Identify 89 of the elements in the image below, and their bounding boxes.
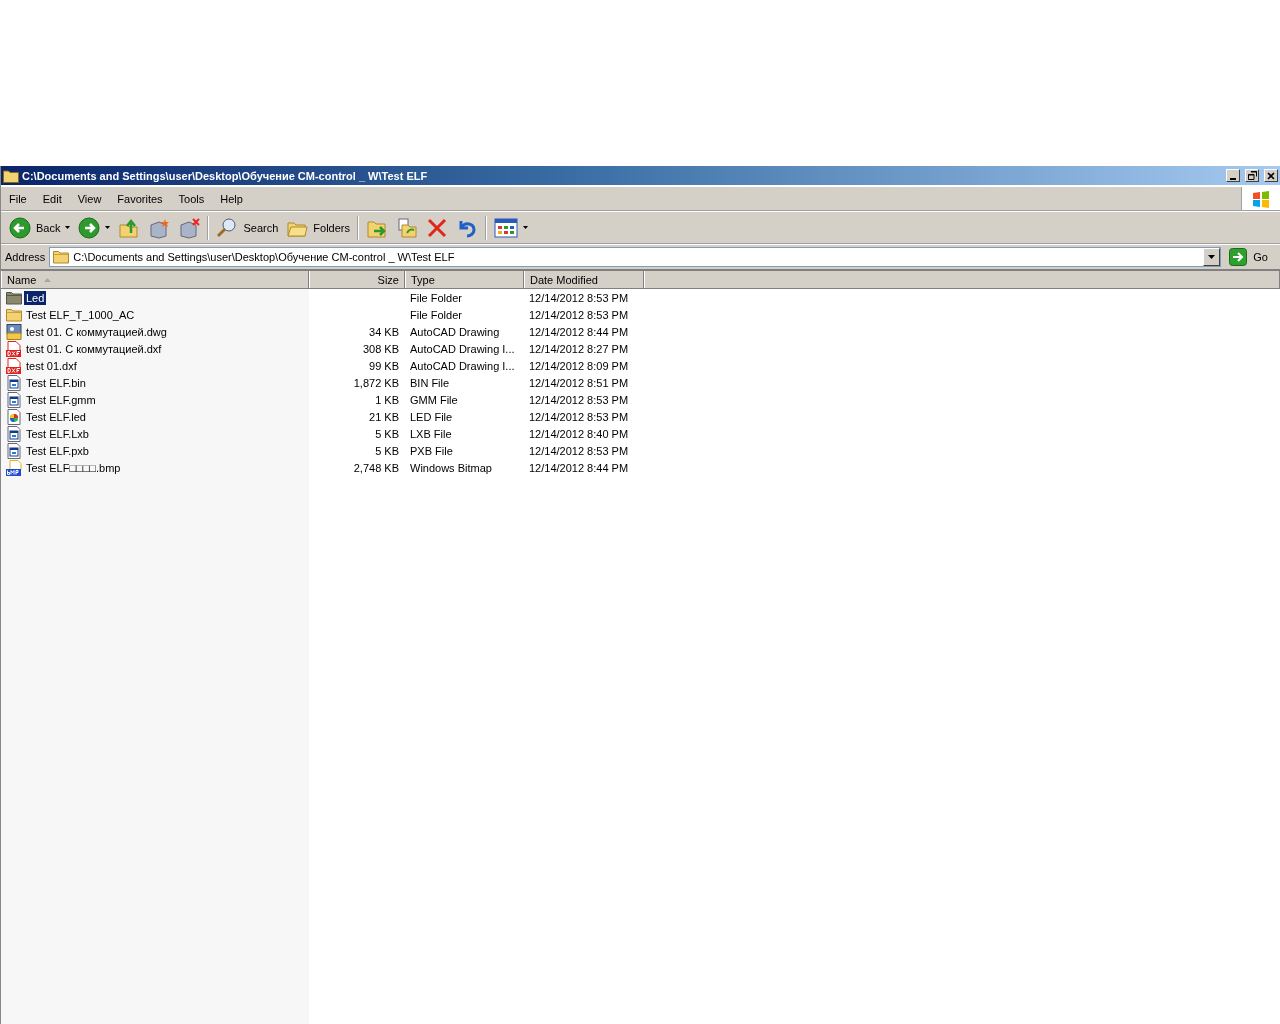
minimize-icon [1230, 177, 1236, 180]
menu-item[interactable]: File [1, 192, 35, 205]
date-modified: 12/14/2012 8:27 PM [529, 342, 629, 355]
column-header[interactable]: Size [309, 271, 405, 288]
file-type: PXB File [410, 444, 453, 457]
file-type: AutoCAD Drawing I... [410, 342, 515, 355]
address-label: Address [5, 251, 46, 263]
date-modified: 12/14/2012 8:53 PM [529, 291, 629, 304]
folders-button[interactable]: Folders [282, 213, 354, 242]
folder-icon [6, 290, 22, 305]
file-type: LXB File [410, 427, 452, 440]
dxf-file-icon [6, 357, 22, 374]
dropdown-caret-icon[interactable] [105, 226, 111, 229]
file-size: 2,748 KB [353, 461, 399, 474]
column-header[interactable]: Date Modified [524, 271, 644, 288]
file-type: File Folder [410, 308, 462, 321]
search-icon [216, 216, 239, 239]
folder-icon [53, 250, 70, 264]
file-name[interactable]: Test ELF.Lxb [24, 426, 91, 441]
folder-icon [6, 307, 22, 322]
go-button[interactable]: Go [1225, 248, 1280, 266]
file-size: 308 KB [362, 342, 399, 355]
file-size: 5 KB [375, 444, 399, 457]
window-title: C:\Documents and Settings\user\Desktop\Обучение CM-control _ W\Test ELF [22, 169, 429, 182]
dropdown-caret-icon[interactable] [523, 226, 528, 229]
file-name[interactable]: Test ELF.led [24, 409, 88, 424]
drawing-file-icon [6, 323, 22, 340]
file-type: File Folder [410, 291, 462, 304]
menu-item[interactable]: Tools [170, 192, 213, 205]
file-size: 34 KB [369, 325, 399, 338]
color-image-file-icon [6, 408, 22, 425]
dropdown-button[interactable] [1203, 248, 1221, 266]
program-file-icon [6, 425, 22, 442]
file-name[interactable]: Test ELF□□□□.bmp [24, 460, 123, 475]
file-name[interactable]: Test ELF.pxb [24, 443, 91, 458]
date-modified: 12/14/2012 8:44 PM [529, 461, 629, 474]
box-cross-icon [178, 216, 201, 239]
minimize-button[interactable] [1226, 169, 1240, 182]
sort-arrow-icon [44, 277, 52, 282]
windows-logo-icon [1251, 188, 1271, 209]
program-file-icon [6, 391, 22, 408]
menu-item[interactable]: Edit [34, 192, 70, 205]
file-type: LED File [410, 410, 453, 423]
date-modified: 12/14/2012 8:09 PM [529, 359, 629, 372]
date-modified: 12/14/2012 8:40 PM [529, 427, 629, 440]
file-type: Windows Bitmap [410, 461, 492, 474]
restore-icon [1247, 171, 1257, 180]
date-modified: 12/14/2012 8:44 PM [529, 325, 629, 338]
file-size: 5 KB [375, 427, 399, 440]
dropdown-caret-icon[interactable] [65, 226, 71, 229]
views-grid-icon [494, 217, 518, 238]
folder-icon [3, 168, 19, 183]
menu-item[interactable]: View [69, 192, 110, 205]
program-file-icon [6, 442, 22, 459]
file-name[interactable]: test 01.dxf [24, 358, 79, 373]
date-modified: 12/14/2012 8:53 PM [529, 444, 629, 457]
caret-icon [1208, 255, 1216, 259]
bitmap-file-icon [6, 459, 22, 476]
address-field[interactable]: C:\Documents and Settings\user\Desktop\Обучение CM-control _ W\Test ELF [49, 247, 1222, 267]
close-icon [1267, 171, 1275, 180]
file-size: 99 KB [369, 359, 399, 372]
delete-icon [426, 216, 448, 239]
file-type: GMM File [410, 393, 458, 406]
close-button[interactable] [1264, 169, 1278, 182]
folder-copy-icon [396, 216, 418, 239]
back-button[interactable]: Back [5, 213, 75, 242]
search-button[interactable]: Search [212, 213, 283, 242]
menu-item[interactable]: Favorites [109, 192, 171, 205]
column-header[interactable]: Name [1, 271, 309, 288]
program-file-icon [6, 374, 22, 391]
date-modified: 12/14/2012 8:53 PM [529, 393, 629, 406]
file-name[interactable]: Test ELF_T_1000_AC [24, 307, 137, 322]
restore-button[interactable] [1245, 169, 1259, 182]
file-size: 21 KB [369, 410, 399, 423]
date-modified: 12/14/2012 8:53 PM [529, 308, 629, 321]
column-header[interactable]: Type [405, 271, 524, 288]
dxf-file-icon [6, 340, 22, 357]
file-type: BIN File [410, 376, 450, 389]
file-name[interactable]: Test ELF.gmm [24, 392, 98, 407]
file-type: AutoCAD Drawing I... [410, 359, 515, 372]
menu-item[interactable]: Help [212, 192, 251, 205]
file-size: 1 KB [375, 393, 399, 406]
date-modified: 12/14/2012 8:51 PM [529, 376, 629, 389]
file-name[interactable]: test 01. С коммутацией.dxf [24, 341, 164, 356]
file-size: 1,872 KB [353, 376, 399, 389]
file-type: AutoCAD Drawing [410, 325, 500, 338]
date-modified: 12/14/2012 8:53 PM [529, 410, 629, 423]
file-name[interactable]: Test ELF.bin [24, 375, 88, 390]
file-name[interactable]: test 01. С коммутацией.dwg [24, 324, 169, 339]
